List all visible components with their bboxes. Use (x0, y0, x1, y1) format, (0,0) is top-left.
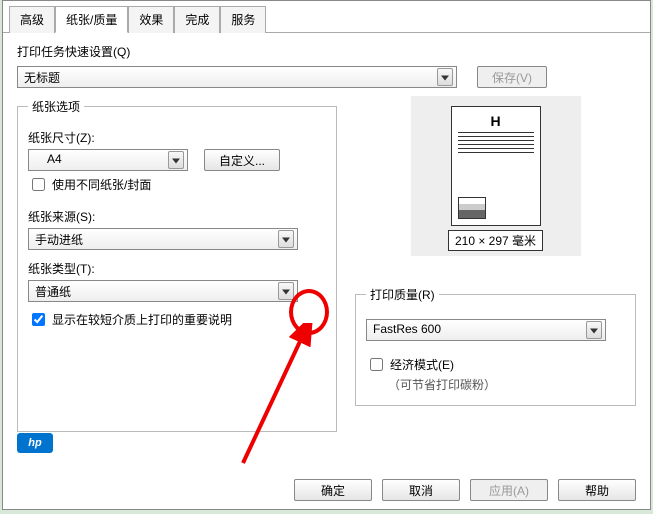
preview-page: H (451, 106, 541, 226)
tab-effects[interactable]: 效果 (128, 6, 174, 33)
preview-dimensions: 210 × 297 毫米 (448, 230, 543, 251)
paper-size-value: A4 (28, 149, 188, 171)
paper-type-label: 纸张类型(T): (28, 260, 326, 277)
tab-advanced[interactable]: 高级 (9, 6, 55, 33)
economy-mode-sub: （可节省打印碳粉） (388, 376, 625, 393)
diff-cover-label: 使用不同纸张/封面 (52, 176, 151, 193)
chevron-down-icon (590, 329, 598, 334)
tab-paper-quality[interactable]: 纸张/质量 (55, 6, 128, 33)
tab-content: 打印任务快速设置(Q) 无标题 保存(V) 纸张选项 纸张尺寸(Z): A4 (3, 33, 650, 463)
preview-graphic-icon (458, 197, 486, 219)
print-quality-group: 打印质量(R) FastRes 600 经济模式(E) （可节省打印碳粉） (355, 286, 636, 406)
paper-options-legend: 纸张选项 (28, 98, 84, 115)
print-quality-legend: 打印质量(R) (366, 286, 439, 303)
chevron-down-icon (441, 76, 449, 81)
paper-source-label: 纸张来源(S): (28, 208, 326, 225)
diff-cover-checkbox[interactable] (32, 178, 45, 191)
tab-services[interactable]: 服务 (220, 6, 266, 33)
paper-source-value: 手动进纸 (28, 228, 298, 250)
important-note-label: 显示在较短介质上打印的重要说明 (52, 311, 232, 328)
custom-size-button[interactable]: 自定义... (204, 149, 280, 171)
paper-options-group: 纸张选项 纸张尺寸(Z): A4 自定义... 使用不同纸张/封面 纸张来源(S… (17, 98, 337, 432)
preview-letter: H (458, 113, 534, 129)
print-quality-combo[interactable]: FastRes 600 (366, 319, 606, 341)
quickset-combo[interactable]: 无标题 (17, 66, 457, 88)
print-properties-window: 高级 纸张/质量 效果 完成 服务 打印任务快速设置(Q) 无标题 保存(V) … (2, 0, 651, 510)
paper-source-combo[interactable]: 手动进纸 (28, 228, 298, 250)
ok-button[interactable]: 确定 (294, 479, 372, 501)
chevron-down-icon (282, 238, 290, 243)
page-preview: H 210 × 297 毫米 (411, 96, 581, 256)
dialog-buttons: 确定 取消 应用(A) 帮助 (294, 479, 636, 501)
hp-logo: hp (17, 433, 53, 453)
economy-mode-label: 经济模式(E) (390, 356, 454, 373)
tab-finishing[interactable]: 完成 (174, 6, 220, 33)
save-button[interactable]: 保存(V) (477, 66, 547, 88)
quickset-label: 打印任务快速设置(Q) (17, 43, 636, 60)
important-note-checkbox[interactable] (32, 313, 45, 326)
print-quality-value: FastRes 600 (366, 319, 606, 341)
paper-type-value: 普通纸 (28, 280, 298, 302)
chevron-down-icon (282, 290, 290, 295)
help-button[interactable]: 帮助 (558, 479, 636, 501)
paper-size-combo[interactable]: A4 (28, 149, 188, 171)
paper-size-label: 纸张尺寸(Z): (28, 129, 326, 146)
tab-strip: 高级 纸张/质量 效果 完成 服务 (3, 1, 650, 33)
economy-mode-checkbox[interactable] (370, 358, 383, 371)
chevron-down-icon (172, 159, 180, 164)
apply-button[interactable]: 应用(A) (470, 479, 548, 501)
quickset-value: 无标题 (17, 66, 457, 88)
paper-type-combo[interactable]: 普通纸 (28, 280, 298, 302)
cancel-button[interactable]: 取消 (382, 479, 460, 501)
